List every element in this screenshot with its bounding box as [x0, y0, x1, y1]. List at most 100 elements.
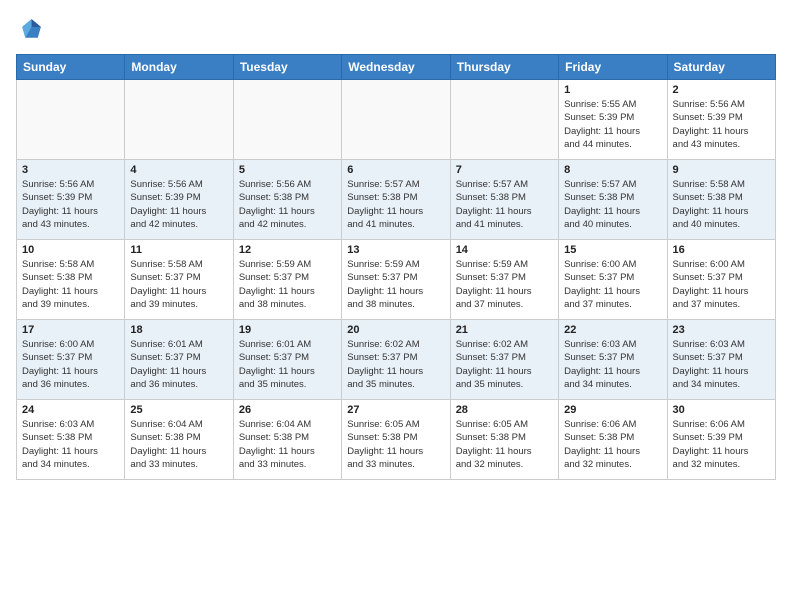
- header: [16, 16, 776, 44]
- calendar-cell: 16 Sunrise: 6:00 AM Sunset: 5:37 PM Dayli…: [667, 240, 775, 320]
- week-row-2: 3 Sunrise: 5:56 AM Sunset: 5:39 PM Daylig…: [17, 160, 776, 240]
- weekday-header-saturday: Saturday: [667, 55, 775, 80]
- weekday-header-wednesday: Wednesday: [342, 55, 450, 80]
- day-info: Sunrise: 6:00 AM Sunset: 5:37 PM Dayligh…: [564, 258, 661, 311]
- day-info: Sunrise: 5:58 AM Sunset: 5:37 PM Dayligh…: [130, 258, 227, 311]
- day-number: 14: [456, 244, 553, 256]
- day-number: 13: [347, 244, 444, 256]
- calendar-cell: 3 Sunrise: 5:56 AM Sunset: 5:39 PM Daylig…: [17, 160, 125, 240]
- day-info: Sunrise: 6:03 AM Sunset: 5:38 PM Dayligh…: [22, 418, 119, 471]
- day-info: Sunrise: 6:04 AM Sunset: 5:38 PM Dayligh…: [239, 418, 336, 471]
- calendar-cell: 2 Sunrise: 5:56 AM Sunset: 5:39 PM Daylig…: [667, 80, 775, 160]
- calendar-cell: 14 Sunrise: 5:59 AM Sunset: 5:37 PM Dayli…: [450, 240, 558, 320]
- calendar-cell: 21 Sunrise: 6:02 AM Sunset: 5:37 PM Dayli…: [450, 320, 558, 400]
- day-number: 26: [239, 404, 336, 416]
- calendar-cell: 5Sunrise: 5:56 AM Sunset: 5:38 PM Daylig…: [233, 160, 341, 240]
- day-number: 4: [130, 164, 227, 176]
- calendar-cell: 11Sunrise: 5:58 AM Sunset: 5:37 PM Dayli…: [125, 240, 233, 320]
- day-number: 27: [347, 404, 444, 416]
- week-row-5: 24 Sunrise: 6:03 AM Sunset: 5:38 PM Dayli…: [17, 400, 776, 480]
- page: SundayMondayTuesdayWednesdayThursdayFrid…: [0, 0, 792, 490]
- day-info: Sunrise: 6:01 AM Sunset: 5:37 PM Dayligh…: [239, 338, 336, 391]
- day-number: 28: [456, 404, 553, 416]
- calendar-cell: 30 Sunrise: 6:06 AM Sunset: 5:39 PM Dayli…: [667, 400, 775, 480]
- day-info: Sunrise: 5:57 AM Sunset: 5:38 PM Dayligh…: [456, 178, 553, 231]
- calendar-cell: 1 Sunrise: 5:55 AM Sunset: 5:39 PM Daylig…: [559, 80, 667, 160]
- day-info: Sunrise: 5:58 AM Sunset: 5:38 PM Dayligh…: [673, 178, 770, 231]
- day-number: 8: [564, 164, 661, 176]
- day-info: Sunrise: 5:58 AM Sunset: 5:38 PM Dayligh…: [22, 258, 119, 311]
- day-info: Sunrise: 6:01 AM Sunset: 5:37 PM Dayligh…: [130, 338, 227, 391]
- day-number: 12: [239, 244, 336, 256]
- day-info: Sunrise: 5:56 AM Sunset: 5:39 PM Dayligh…: [22, 178, 119, 231]
- day-number: 30: [673, 404, 770, 416]
- day-number: 21: [456, 324, 553, 336]
- calendar-cell: 4 Sunrise: 5:56 AM Sunset: 5:39 PM Daylig…: [125, 160, 233, 240]
- calendar-cell: 25 Sunrise: 6:04 AM Sunset: 5:38 PM Dayli…: [125, 400, 233, 480]
- weekday-header-sunday: Sunday: [17, 55, 125, 80]
- day-number: 18: [130, 324, 227, 336]
- day-number: 29: [564, 404, 661, 416]
- day-info: Sunrise: 6:03 AM Sunset: 5:37 PM Dayligh…: [564, 338, 661, 391]
- weekday-header-friday: Friday: [559, 55, 667, 80]
- weekday-header-monday: Monday: [125, 55, 233, 80]
- calendar-cell: 26 Sunrise: 6:04 AM Sunset: 5:38 PM Dayli…: [233, 400, 341, 480]
- day-info: Sunrise: 6:02 AM Sunset: 5:37 PM Dayligh…: [347, 338, 444, 391]
- day-number: 22: [564, 324, 661, 336]
- day-info: Sunrise: 5:56 AM Sunset: 5:39 PM Dayligh…: [673, 98, 770, 151]
- day-info: Sunrise: 6:04 AM Sunset: 5:38 PM Dayligh…: [130, 418, 227, 471]
- week-row-1: 1 Sunrise: 5:55 AM Sunset: 5:39 PM Daylig…: [17, 80, 776, 160]
- day-number: 10: [22, 244, 119, 256]
- calendar-cell: 10 Sunrise: 5:58 AM Sunset: 5:38 PM Dayli…: [17, 240, 125, 320]
- calendar-cell: 28Sunrise: 6:05 AM Sunset: 5:38 PM Dayli…: [450, 400, 558, 480]
- day-info: Sunrise: 6:00 AM Sunset: 5:37 PM Dayligh…: [22, 338, 119, 391]
- calendar-header: SundayMondayTuesdayWednesdayThursdayFrid…: [17, 55, 776, 80]
- day-info: Sunrise: 6:06 AM Sunset: 5:39 PM Dayligh…: [673, 418, 770, 471]
- calendar-table: SundayMondayTuesdayWednesdayThursdayFrid…: [16, 54, 776, 480]
- week-row-3: 10 Sunrise: 5:58 AM Sunset: 5:38 PM Dayli…: [17, 240, 776, 320]
- calendar-cell: 15 Sunrise: 6:00 AM Sunset: 5:37 PM Dayli…: [559, 240, 667, 320]
- week-row-4: 17 Sunrise: 6:00 AM Sunset: 5:37 PM Dayli…: [17, 320, 776, 400]
- day-info: Sunrise: 5:59 AM Sunset: 5:37 PM Dayligh…: [347, 258, 444, 311]
- calendar-cell: 7Sunrise: 5:57 AM Sunset: 5:38 PM Daylig…: [450, 160, 558, 240]
- day-info: Sunrise: 6:02 AM Sunset: 5:37 PM Dayligh…: [456, 338, 553, 391]
- day-number: 2: [673, 84, 770, 96]
- day-info: Sunrise: 6:00 AM Sunset: 5:37 PM Dayligh…: [673, 258, 770, 311]
- calendar-cell: 27 Sunrise: 6:05 AM Sunset: 5:38 PM Dayli…: [342, 400, 450, 480]
- day-info: Sunrise: 6:03 AM Sunset: 5:37 PM Dayligh…: [673, 338, 770, 391]
- day-number: 3: [22, 164, 119, 176]
- day-number: 16: [673, 244, 770, 256]
- day-number: 25: [130, 404, 227, 416]
- day-info: Sunrise: 6:05 AM Sunset: 5:38 PM Dayligh…: [347, 418, 444, 471]
- day-info: Sunrise: 5:55 AM Sunset: 5:39 PM Dayligh…: [564, 98, 661, 151]
- day-number: 6: [347, 164, 444, 176]
- day-info: Sunrise: 5:59 AM Sunset: 5:37 PM Dayligh…: [456, 258, 553, 311]
- calendar-cell: [450, 80, 558, 160]
- day-number: 20: [347, 324, 444, 336]
- day-info: Sunrise: 5:57 AM Sunset: 5:38 PM Dayligh…: [347, 178, 444, 231]
- calendar-cell: 17 Sunrise: 6:00 AM Sunset: 5:37 PM Dayli…: [17, 320, 125, 400]
- calendar-cell: [125, 80, 233, 160]
- calendar-cell: 18 Sunrise: 6:01 AM Sunset: 5:37 PM Dayli…: [125, 320, 233, 400]
- day-info: Sunrise: 5:59 AM Sunset: 5:37 PM Dayligh…: [239, 258, 336, 311]
- day-number: 23: [673, 324, 770, 336]
- calendar-cell: 13 Sunrise: 5:59 AM Sunset: 5:37 PM Dayli…: [342, 240, 450, 320]
- day-number: 1: [564, 84, 661, 96]
- day-number: 24: [22, 404, 119, 416]
- calendar-cell: 20 Sunrise: 6:02 AM Sunset: 5:37 PM Dayli…: [342, 320, 450, 400]
- day-number: 17: [22, 324, 119, 336]
- calendar-cell: [17, 80, 125, 160]
- calendar-cell: [342, 80, 450, 160]
- day-info: Sunrise: 5:56 AM Sunset: 5:38 PM Dayligh…: [239, 178, 336, 231]
- day-info: Sunrise: 5:57 AM Sunset: 5:38 PM Dayligh…: [564, 178, 661, 231]
- calendar-cell: 23 Sunrise: 6:03 AM Sunset: 5:37 PM Dayli…: [667, 320, 775, 400]
- day-number: 15: [564, 244, 661, 256]
- calendar-cell: 6 Sunrise: 5:57 AM Sunset: 5:38 PM Daylig…: [342, 160, 450, 240]
- calendar-cell: 24 Sunrise: 6:03 AM Sunset: 5:38 PM Dayli…: [17, 400, 125, 480]
- weekday-header-tuesday: Tuesday: [233, 55, 341, 80]
- weekday-header-thursday: Thursday: [450, 55, 558, 80]
- day-info: Sunrise: 5:56 AM Sunset: 5:39 PM Dayligh…: [130, 178, 227, 231]
- weekday-row: SundayMondayTuesdayWednesdayThursdayFrid…: [17, 55, 776, 80]
- day-number: 19: [239, 324, 336, 336]
- logo-icon: [16, 16, 44, 44]
